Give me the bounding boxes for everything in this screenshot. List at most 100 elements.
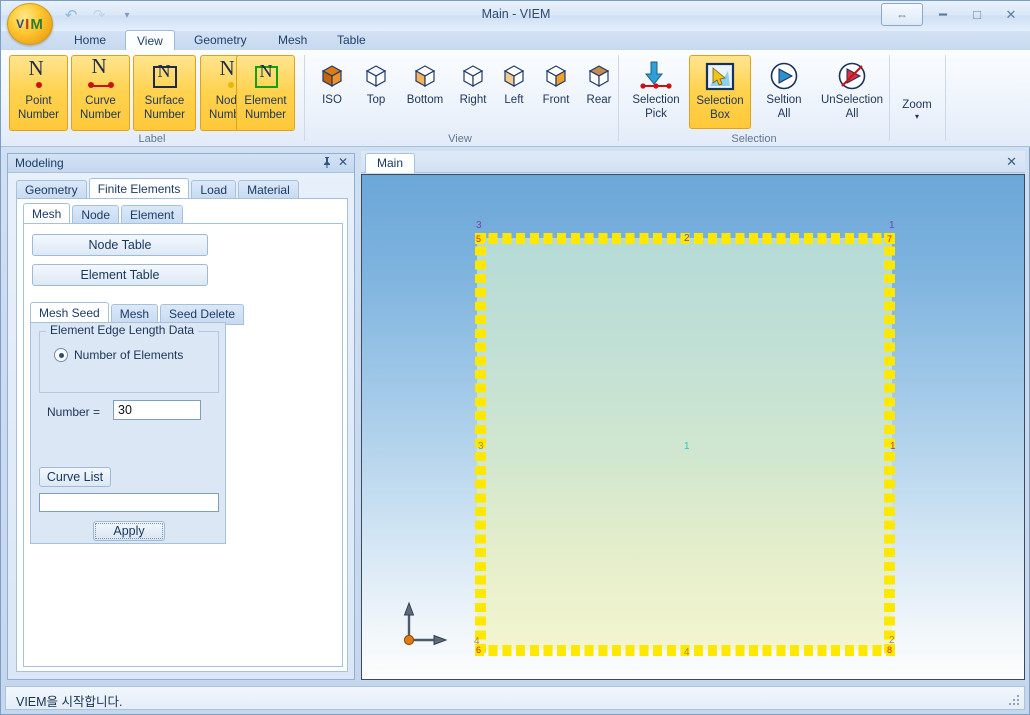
radio-indicator [54, 348, 68, 362]
ribbon-separator-2 [618, 55, 619, 141]
view-left-button[interactable]: Left [495, 55, 533, 127]
ribbon-group-view: ISO Top Bottom Right Left Front Rear Vie… [307, 50, 613, 147]
status-message: VIEM을 시작합니다. [16, 695, 123, 709]
number-input[interactable]: 30 [113, 400, 201, 420]
orb-letter-m: M [30, 15, 44, 33]
unselection-all-label-line2: All [845, 108, 859, 120]
view-rear-button[interactable]: Rear [579, 55, 619, 127]
selection-box-label-line2: Box [710, 109, 730, 121]
viewport-close-icon[interactable]: ✕ [1006, 154, 1017, 170]
element-number-icon: N [252, 60, 280, 94]
selection-pick-icon [639, 59, 673, 93]
close-button[interactable]: ✕ [997, 4, 1025, 26]
point-number-label-line1: Point [25, 95, 52, 107]
view-right-button[interactable]: Right [453, 55, 493, 127]
view-front-icon [543, 59, 569, 93]
tab-geometry[interactable]: Geometry [183, 31, 258, 50]
surface-number-label-line1: Surface [144, 95, 185, 107]
minimize-button[interactable]: ━ [929, 4, 957, 26]
window-title: Main - VIEM [481, 7, 551, 21]
zoom-label: Zoom [902, 98, 932, 111]
curve-number-icon: N [86, 56, 116, 94]
surface-label: 1 [684, 441, 690, 452]
title-bar: VIM ↶ ↷ ▾ Main - VIEM ⇔ ━ □ ✕ [1, 1, 1030, 45]
apply-button[interactable]: Apply [93, 521, 165, 541]
modeling-panel: Modeling ✕ Geometry Finite Elements Load… [7, 153, 355, 680]
point-marker-top-left: 5 [476, 234, 482, 244]
tab-home[interactable]: Home [63, 31, 117, 50]
corner-label-bottom-left: 4 [474, 636, 480, 647]
viewport-canvas-container[interactable]: 5 7 6 8 3 1 4 2 2 4 3 1 1 [361, 174, 1025, 680]
number-of-elements-radio[interactable]: Number of Elements [54, 348, 183, 362]
ribbon: N Point Number N Curve Number N Surface … [1, 50, 1030, 147]
point-marker-bottom-right: 8 [887, 645, 893, 655]
unselection-all-button[interactable]: UnSelection All [817, 55, 887, 129]
surface-number-button[interactable]: N Surface Number [133, 55, 196, 131]
axis-triad [400, 600, 450, 648]
element-number-label-line2: Number [245, 109, 286, 121]
orb-letter-v: V [16, 17, 26, 31]
modeling-panel-close-icon[interactable]: ✕ [338, 155, 348, 169]
viewport-area: Main ✕ 5 7 6 8 3 1 4 2 2 4 3 1 1 [361, 151, 1025, 680]
ribbon-separator-3 [889, 55, 890, 141]
mesh-seed-pane: Element Edge Length Data Number of Eleme… [30, 322, 226, 544]
view-left-label: Left [504, 94, 524, 106]
zoom-dropdown-icon[interactable]: ▾ [915, 112, 919, 121]
ribbon-separator-1 [304, 55, 305, 141]
selection-pick-label-line2: Pick [645, 108, 667, 120]
mesh-pane: Node Table Element Table Mesh Seed Mesh … [23, 223, 343, 667]
view-top-button[interactable]: Top [355, 55, 397, 127]
view-front-button[interactable]: Front [535, 55, 577, 127]
window-controls: ⇔ ━ □ ✕ [881, 3, 1025, 26]
zoom-button[interactable]: Zoom ▾ [893, 55, 941, 129]
selection-all-label-line2: All [777, 108, 791, 120]
curve-number-label-line1: Curve [85, 95, 116, 107]
pin-icon[interactable] [322, 156, 332, 171]
selection-all-button[interactable]: Seltion All [755, 55, 813, 129]
number-equals-label: Number = [47, 405, 101, 419]
tab-mesh[interactable]: Mesh [267, 31, 318, 50]
help-button[interactable]: ⇔ [881, 3, 923, 26]
view-bottom-button[interactable]: Bottom [399, 55, 451, 127]
selection-pick-button[interactable]: Selection Pick [625, 55, 687, 129]
selection-box-icon [704, 60, 736, 94]
view-iso-label: ISO [322, 94, 342, 106]
curve-number-label-line2: Number [80, 109, 121, 121]
resize-grip[interactable] [1007, 693, 1021, 707]
viewport-canvas[interactable]: 5 7 6 8 3 1 4 2 2 4 3 1 1 [362, 175, 1024, 679]
application-menu-orb[interactable]: VIM [7, 3, 53, 45]
tab-table[interactable]: Table [326, 31, 377, 50]
ribbon-group-selection: Selection Pick Selection Box Seltion All… [621, 50, 887, 147]
tab-main-view[interactable]: Main [365, 153, 416, 173]
node-table-button[interactable]: Node Table [32, 234, 208, 256]
tab-view[interactable]: View [125, 30, 175, 51]
view-iso-icon [319, 59, 345, 93]
element-edge-length-groupbox: Element Edge Length Data Number of Eleme… [39, 323, 219, 393]
curve-label-bottom: 4 [684, 647, 690, 658]
ribbon-group-zoom: Zoom ▾ [891, 50, 943, 147]
curve-list-input[interactable] [39, 493, 219, 512]
ribbon-tab-strip: Home View Geometry Mesh Table [1, 30, 1030, 51]
curve-label-top: 2 [684, 233, 690, 244]
corner-label-top-right: 1 [889, 220, 895, 231]
selection-box-button[interactable]: Selection Box [689, 55, 751, 129]
curve-number-button[interactable]: N Curve Number [71, 55, 130, 131]
element-number-button[interactable]: N Element Number [236, 55, 295, 131]
maximize-button[interactable]: □ [963, 4, 991, 26]
ribbon-group-selection-caption: Selection [731, 133, 777, 145]
point-number-label-line2: Number [18, 109, 59, 121]
element-edge-length-title: Element Edge Length Data [46, 323, 199, 337]
element-number-label-line1: Element [244, 95, 287, 107]
selection-all-icon [769, 59, 799, 93]
view-iso-button[interactable]: ISO [311, 55, 353, 127]
unselection-all-icon [837, 59, 867, 93]
curve-list-button[interactable]: Curve List [39, 467, 111, 487]
point-number-button[interactable]: N Point Number [9, 55, 68, 131]
modeling-panel-titlebar: Modeling ✕ [8, 154, 354, 173]
view-right-icon [460, 59, 486, 93]
element-table-button[interactable]: Element Table [32, 264, 208, 286]
selection-all-label-line1: Seltion [766, 94, 802, 106]
view-rear-label: Rear [586, 94, 612, 106]
selection-box-label-line1: Selection [696, 95, 744, 107]
view-bottom-label: Bottom [406, 94, 444, 106]
